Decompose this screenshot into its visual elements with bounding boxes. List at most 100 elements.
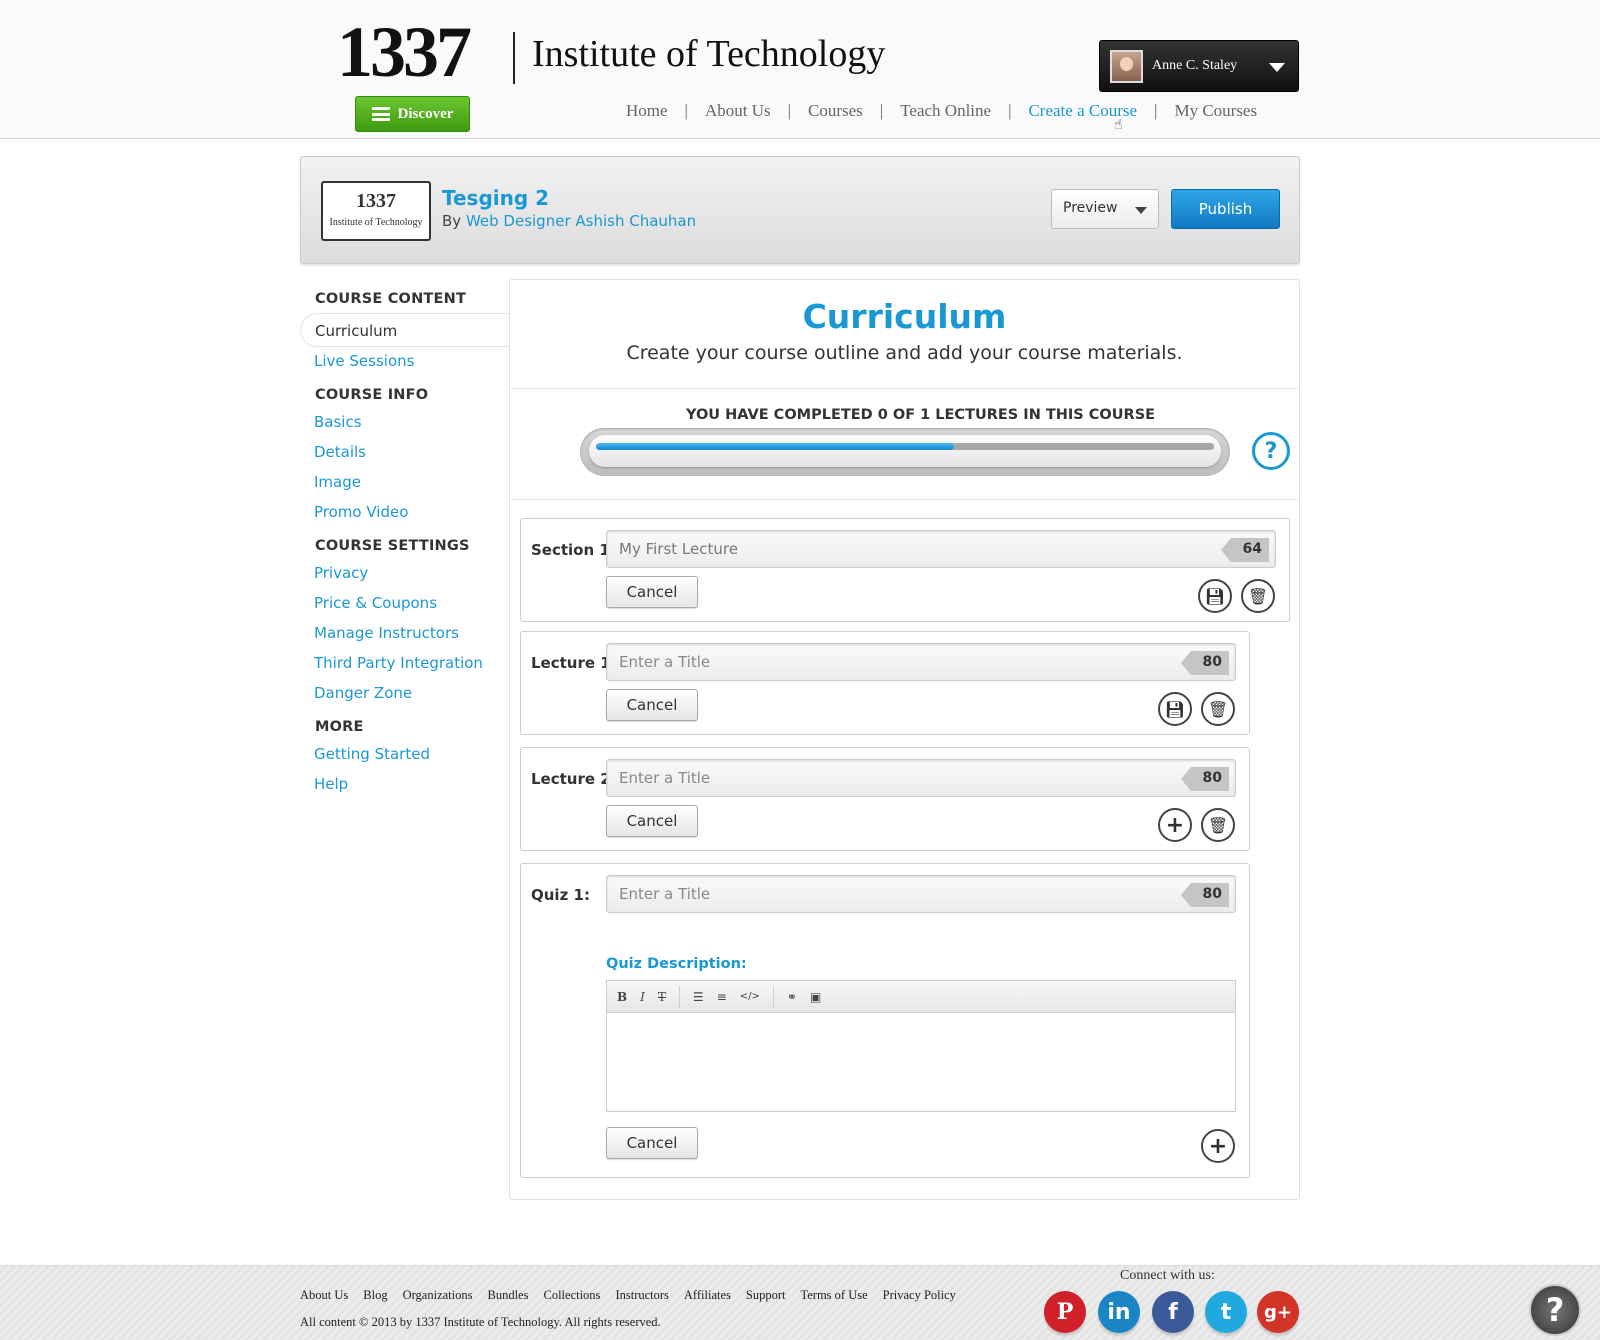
sidebar-item-live-sessions[interactable]: Live Sessions bbox=[314, 346, 510, 376]
footer-link[interactable]: Blog bbox=[363, 1288, 387, 1303]
discover-label: Discover bbox=[397, 105, 454, 122]
save-button[interactable]: 💾︎ bbox=[1158, 692, 1192, 726]
publish-button[interactable]: Publish bbox=[1171, 189, 1280, 229]
divider bbox=[510, 499, 1299, 500]
input-value: My First Lecture bbox=[619, 540, 738, 558]
sidebar-item-image[interactable]: Image bbox=[314, 467, 510, 497]
twitter-icon[interactable]: t bbox=[1205, 1291, 1247, 1333]
progress-fill bbox=[596, 443, 955, 450]
add-button[interactable]: + bbox=[1201, 1129, 1235, 1163]
toolbar-divider bbox=[678, 985, 680, 1008]
footer-link[interactable]: Bundles bbox=[488, 1288, 529, 1303]
quiz-description-label: Quiz Description: bbox=[606, 956, 747, 972]
lecture-title-input[interactable]: Enter a Title 80 bbox=[606, 643, 1236, 681]
sidebar-heading: COURSE CONTENT bbox=[315, 291, 467, 307]
section-title-input[interactable]: My First Lecture 64 bbox=[606, 530, 1276, 568]
user-menu[interactable]: Anne C. Staley bbox=[1099, 40, 1299, 92]
course-title[interactable]: Tesging 2 bbox=[442, 186, 549, 210]
author-link[interactable]: Web Designer Ashish Chauhan bbox=[466, 212, 696, 230]
editor-toolbar: B I T ☰ ≡ </> ⚭ ▣ bbox=[607, 981, 1235, 1013]
delete-button[interactable]: 🗑︎ bbox=[1201, 692, 1235, 726]
discover-button[interactable]: Discover bbox=[355, 96, 470, 132]
linkedin-icon[interactable]: in bbox=[1098, 1291, 1140, 1333]
char-counter: 80 bbox=[1181, 883, 1229, 907]
nav-home[interactable]: Home bbox=[626, 101, 668, 121]
nav-about-us[interactable]: About Us bbox=[705, 101, 771, 121]
nav-my-courses[interactable]: My Courses bbox=[1174, 101, 1257, 121]
course-header-bar: 1337 Institute of Technology Tesging 2 B… bbox=[300, 156, 1300, 264]
lecture-title-input[interactable]: Enter a Title 80 bbox=[606, 759, 1236, 797]
sidebar-item-getting-started[interactable]: Getting Started bbox=[314, 739, 510, 769]
footer-link[interactable]: Organizations bbox=[403, 1288, 473, 1303]
sidebar-item-danger-zone[interactable]: Danger Zone bbox=[314, 678, 510, 708]
logo-name[interactable]: Institute of Technology bbox=[532, 35, 885, 73]
logo-divider bbox=[513, 32, 515, 84]
italic-button[interactable]: I bbox=[640, 990, 645, 1004]
numbered-list-icon[interactable]: ≡ bbox=[717, 990, 727, 1004]
footer-link[interactable]: Instructors bbox=[615, 1288, 668, 1303]
image-icon[interactable]: ▣ bbox=[810, 990, 821, 1004]
delete-button[interactable]: 🗑︎ bbox=[1241, 579, 1275, 613]
sidebar-item-promo-video[interactable]: Promo Video bbox=[314, 497, 510, 527]
bold-button[interactable]: B bbox=[617, 990, 627, 1004]
chevron-down-icon bbox=[1269, 63, 1285, 72]
preview-dropdown[interactable]: Preview bbox=[1051, 189, 1159, 229]
quiz-description-editor: B I T ☰ ≡ </> ⚭ ▣ bbox=[606, 980, 1236, 1112]
save-button[interactable]: 💾︎ bbox=[1198, 579, 1232, 613]
sidebar-item-price-coupons[interactable]: Price & Coupons bbox=[314, 588, 510, 618]
save-icon: 💾︎ bbox=[1164, 699, 1186, 719]
footer-link[interactable]: About Us bbox=[300, 1288, 348, 1303]
help-icon[interactable]: ? bbox=[1252, 432, 1290, 470]
cancel-button[interactable]: Cancel bbox=[606, 805, 698, 837]
sidebar-item-basics[interactable]: Basics bbox=[314, 407, 510, 437]
footer-link[interactable]: Support bbox=[746, 1288, 786, 1303]
footer-link[interactable]: Collections bbox=[543, 1288, 600, 1303]
item-label: Quiz 1: bbox=[531, 886, 590, 904]
course-thumbnail[interactable]: 1337 Institute of Technology bbox=[321, 181, 431, 241]
facebook-icon[interactable]: f bbox=[1152, 1291, 1194, 1333]
strikethrough-button[interactable]: T bbox=[658, 990, 666, 1004]
sidebar-item-manage-instructors[interactable]: Manage Instructors bbox=[314, 618, 510, 648]
menu-icon bbox=[371, 107, 390, 121]
sidebar-heading: COURSE SETTINGS bbox=[315, 538, 470, 554]
char-counter: 64 bbox=[1221, 538, 1269, 562]
sidebar-item-third-party-integration[interactable]: Third Party Integration bbox=[314, 648, 510, 678]
char-counter: 80 bbox=[1181, 767, 1229, 791]
cancel-button[interactable]: Cancel bbox=[606, 689, 698, 721]
link-icon[interactable]: ⚭ bbox=[787, 990, 797, 1004]
footer-link[interactable]: Affiliates bbox=[684, 1288, 731, 1303]
save-icon: 💾︎ bbox=[1204, 586, 1226, 606]
footer-link[interactable]: Privacy Policy bbox=[883, 1288, 956, 1303]
sidebar-item-help[interactable]: Help bbox=[314, 769, 510, 799]
input-placeholder: Enter a Title bbox=[619, 769, 711, 787]
cancel-button[interactable]: Cancel bbox=[606, 1127, 698, 1159]
divider bbox=[510, 388, 1299, 389]
input-placeholder: Enter a Title bbox=[619, 885, 711, 903]
course-byline: By Web Designer Ashish Chauhan bbox=[442, 212, 696, 230]
add-button[interactable]: + bbox=[1158, 808, 1192, 842]
footer-link[interactable]: Terms of Use bbox=[800, 1288, 867, 1303]
googleplus-icon[interactable]: g+ bbox=[1257, 1291, 1299, 1333]
sidebar-item-curriculum[interactable]: Curriculum bbox=[300, 313, 510, 347]
section-item: Section 1: My First Lecture 64 Cancel 💾︎… bbox=[520, 518, 1290, 622]
code-button[interactable]: </> bbox=[740, 991, 760, 1002]
sidebar-item-privacy[interactable]: Privacy bbox=[314, 558, 510, 588]
editor-body[interactable] bbox=[607, 1013, 1235, 1111]
delete-button[interactable]: 🗑︎ bbox=[1201, 808, 1235, 842]
logo-number[interactable]: 1337 bbox=[337, 16, 472, 88]
pinterest-icon[interactable]: P bbox=[1044, 1291, 1086, 1333]
help-icon[interactable]: ? bbox=[1529, 1284, 1581, 1336]
sidebar: COURSE CONTENT Curriculum Live Sessions … bbox=[300, 280, 510, 799]
plus-icon: + bbox=[1165, 812, 1185, 838]
toolbar-divider bbox=[772, 985, 774, 1008]
list-icon[interactable]: ☰ bbox=[693, 990, 704, 1004]
avatar bbox=[1110, 49, 1143, 83]
sidebar-item-details[interactable]: Details bbox=[314, 437, 510, 467]
preview-label: Preview bbox=[1063, 200, 1118, 216]
thumbnail-name: Institute of Technology bbox=[329, 217, 423, 228]
quiz-title-input[interactable]: Enter a Title 80 bbox=[606, 875, 1236, 913]
nav-courses[interactable]: Courses bbox=[808, 101, 863, 121]
chevron-down-icon bbox=[1135, 207, 1147, 214]
nav-teach-online[interactable]: Teach Online bbox=[900, 101, 991, 121]
cancel-button[interactable]: Cancel bbox=[606, 576, 698, 608]
